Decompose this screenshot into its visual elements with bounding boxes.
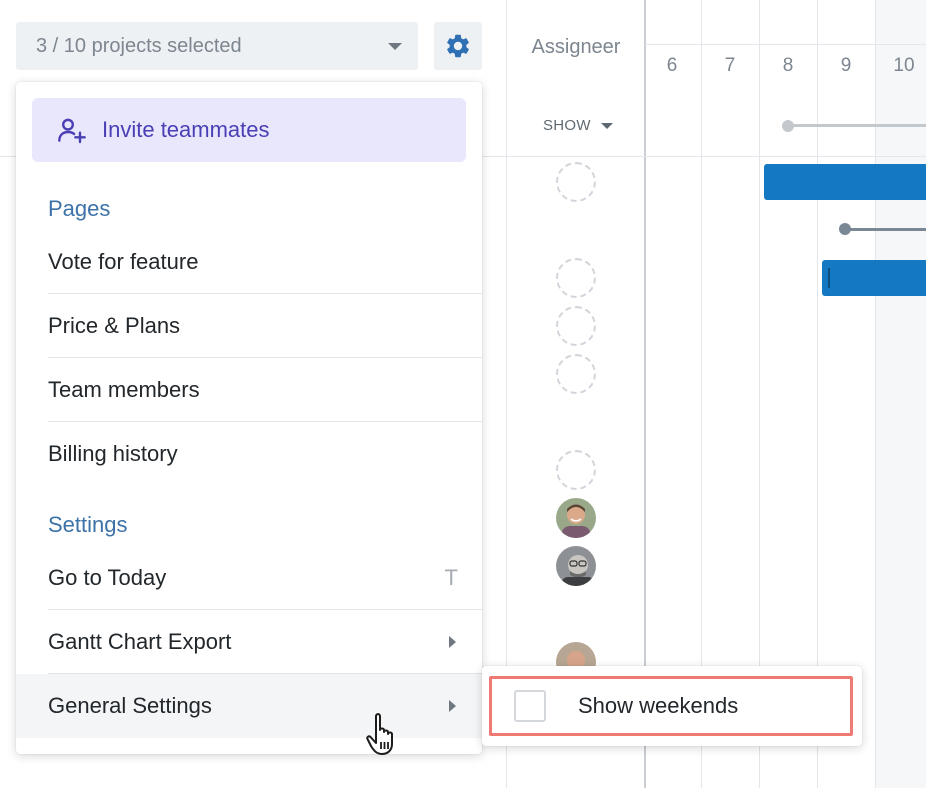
day-label: 8	[782, 55, 794, 76]
menu-item-label: Gantt Chart Export	[48, 628, 232, 654]
avatar[interactable]	[556, 546, 596, 586]
grid-line	[875, 0, 876, 788]
settings-menu: Invite teammates Pages Vote for feature …	[16, 82, 482, 754]
keyboard-shortcut: T	[444, 564, 458, 590]
show-weekends-checkbox[interactable]	[514, 690, 546, 722]
bar-resize-handle[interactable]	[828, 268, 830, 288]
menu-item-label: Vote for feature	[48, 248, 199, 274]
menu-item-billing-history[interactable]: Billing history	[48, 422, 482, 486]
menu-item-label: Price & Plans	[48, 312, 181, 338]
hand-pointer-icon	[366, 713, 393, 755]
general-settings-submenu: Show weekends	[482, 666, 862, 746]
add-user-icon	[58, 118, 86, 144]
invite-teammates-button[interactable]: Invite teammates	[32, 98, 466, 162]
avatar-photo-icon	[556, 498, 596, 538]
menu-item-gantt-chart-export[interactable]: Gantt Chart Export	[48, 610, 482, 674]
menu-item-team-members[interactable]: Team members	[48, 358, 482, 422]
project-selector[interactable]: 3 / 10 projects selected	[16, 22, 418, 70]
day-label: 6	[666, 55, 678, 76]
avatar-photo-icon	[556, 546, 596, 586]
task-milestone-line	[846, 228, 926, 231]
task-bar[interactable]	[764, 164, 926, 200]
task-bar[interactable]	[822, 260, 926, 296]
empty-assignee-avatar[interactable]	[556, 162, 596, 202]
project-selector-label: 3 / 10 projects selected	[36, 34, 242, 57]
assignee-column-header: Assigneer	[531, 36, 621, 58]
avatar[interactable]	[556, 498, 596, 538]
weekend-column	[876, 0, 926, 788]
settings-button[interactable]	[434, 22, 482, 70]
menu-item-general-settings[interactable]: General Settings	[16, 674, 482, 738]
empty-assignee-avatar[interactable]	[556, 354, 596, 394]
menu-item-label: General Settings	[48, 693, 212, 718]
menu-item-label: Billing history	[48, 441, 178, 466]
empty-assignee-avatar[interactable]	[556, 258, 596, 298]
day-label: 10	[893, 55, 915, 76]
chevron-right-icon	[449, 635, 456, 648]
settings-section-title: Settings	[48, 512, 128, 537]
pages-section-title: Pages	[48, 196, 111, 221]
empty-assignee-avatar[interactable]	[556, 306, 596, 346]
chevron-right-icon	[449, 700, 456, 712]
gear-icon	[447, 34, 469, 58]
show-filter-label: SHOW	[543, 117, 591, 134]
menu-item-go-to-today[interactable]: Go to Today T	[48, 546, 482, 610]
timeline-milestone-line	[788, 124, 926, 127]
menu-item-price-plans[interactable]: Price & Plans	[48, 294, 482, 358]
menu-item-vote-for-feature[interactable]: Vote for feature	[48, 230, 482, 294]
menu-item-label: Go to Today	[48, 564, 167, 590]
empty-assignee-avatar[interactable]	[556, 450, 596, 490]
show-weekends-label[interactable]: Show weekends	[578, 693, 738, 719]
day-header-divider	[645, 44, 926, 45]
menu-item-label: Team members	[48, 376, 200, 402]
chevron-down-icon	[600, 122, 613, 129]
day-label: 7	[724, 55, 736, 76]
invite-teammates-label: Invite teammates	[102, 117, 270, 142]
chevron-down-icon	[388, 43, 402, 50]
show-filter-dropdown[interactable]: SHOW	[543, 117, 613, 134]
day-label: 9	[840, 55, 852, 76]
